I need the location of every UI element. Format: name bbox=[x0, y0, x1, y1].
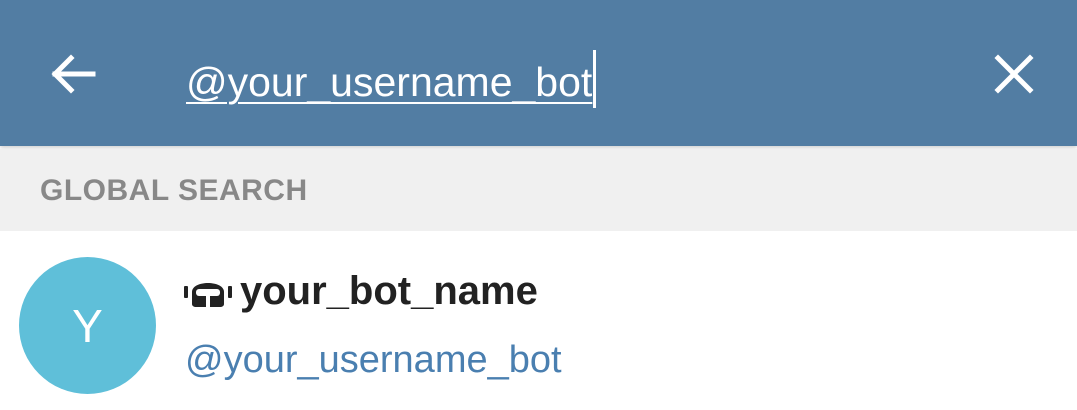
section-title: GLOBAL SEARCH bbox=[40, 174, 308, 207]
arrow-left-icon bbox=[51, 54, 96, 94]
close-icon bbox=[994, 54, 1034, 94]
back-button[interactable] bbox=[34, 40, 110, 108]
result-username: @your_username_bot bbox=[185, 339, 562, 381]
avatar-initial: Y bbox=[72, 299, 103, 352]
avatar: Y bbox=[19, 257, 156, 394]
search-result-item[interactable]: Y your_bot_name @your_username_bot bbox=[0, 231, 1077, 410]
search-input[interactable] bbox=[186, 44, 926, 108]
clear-search-button[interactable] bbox=[976, 40, 1052, 108]
bot-icon bbox=[184, 283, 232, 307]
result-name: your_bot_name bbox=[240, 269, 538, 313]
search-toolbar: @your_username_bot bbox=[0, 0, 1077, 146]
search-screen: @your_username_bot GLOBAL SEARCH Y your_… bbox=[0, 0, 1077, 410]
global-search-header: GLOBAL SEARCH bbox=[0, 149, 1077, 231]
search-field[interactable]: @your_username_bot bbox=[186, 44, 926, 108]
